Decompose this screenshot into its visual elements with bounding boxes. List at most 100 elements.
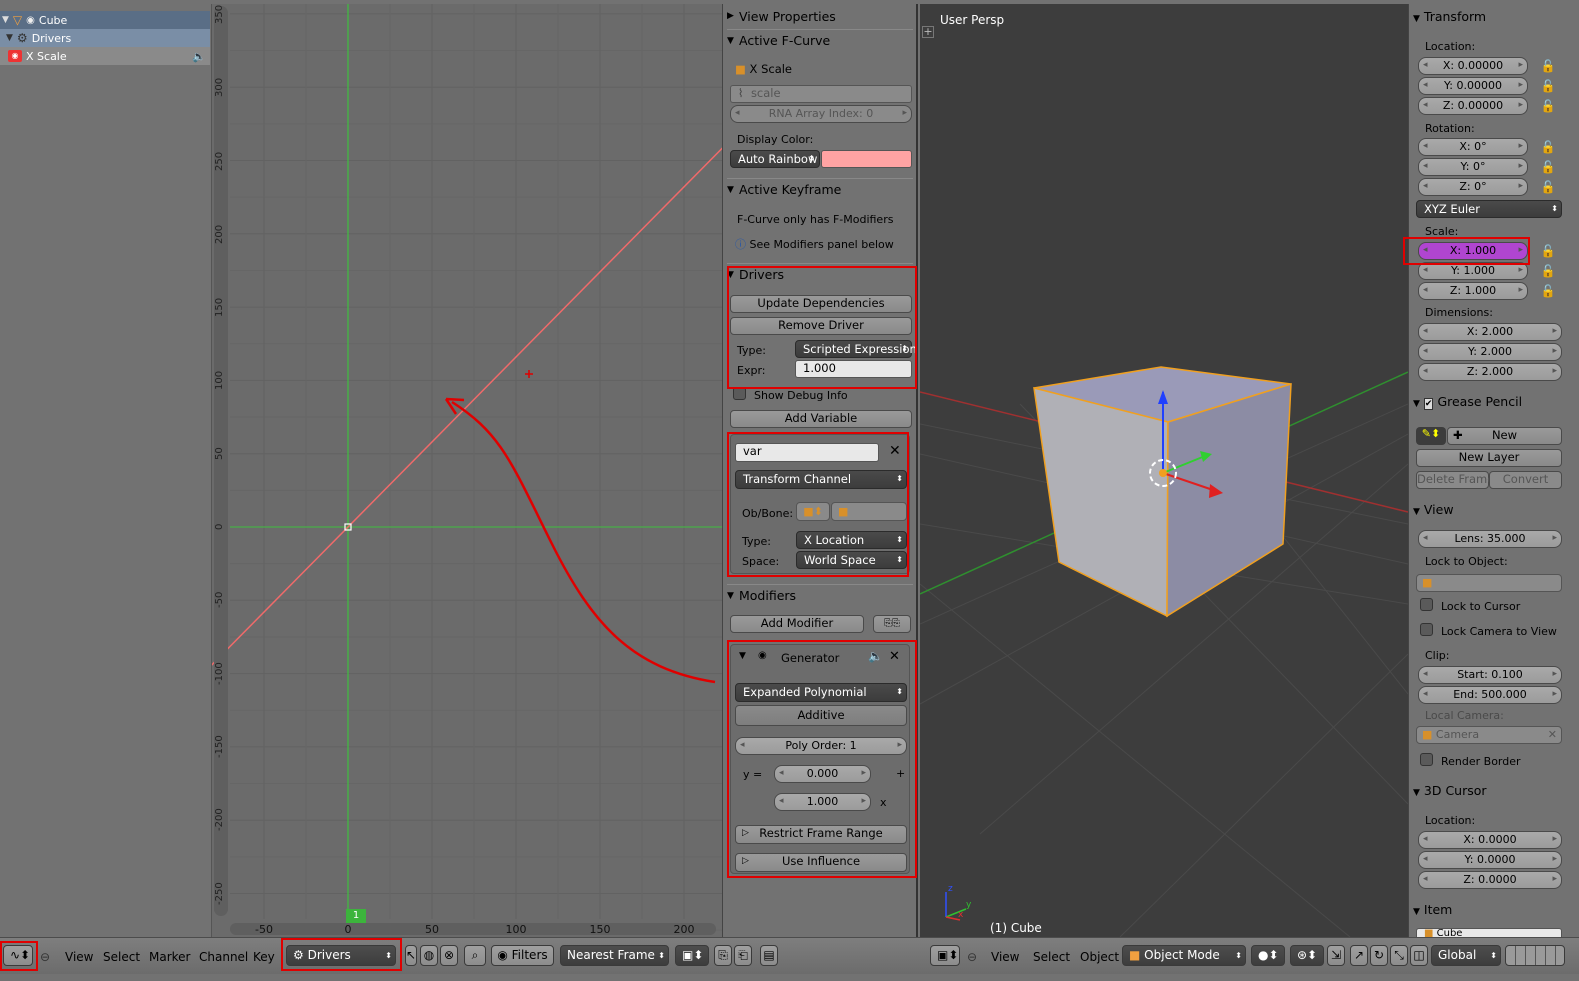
add-modifier-button[interactable]: Add Modifier [730,615,864,633]
search-icon[interactable]: ⌕ [464,945,486,966]
graph-editor[interactable]: 350 300 250 200 150 100 50 0 -50 -100 -150 -200 -250… [212,4,722,937]
channel-row-object[interactable]: ▼ ▽ ◉ Cube [0,11,210,29]
rotation-z-field[interactable]: Z: 0° [1418,178,1528,196]
pivot-dropdown[interactable]: ▣⬍ [675,945,709,966]
scale-icon[interactable]: ⤡ [1390,945,1408,966]
new-layer-button[interactable]: New Layer [1416,449,1562,467]
expanded-triangle-icon: ▼ [1413,14,1420,24]
expand-icon[interactable]: ▼ [6,33,13,43]
rna-path-field[interactable]: ⌇ scale [730,85,912,103]
visibility-icon[interactable]: ◉ [26,15,35,26]
panel-header-view[interactable]: ▼ View [1413,502,1563,517]
lock-to-cursor-checkbox[interactable] [1420,598,1433,611]
panel-header-active-fcurve[interactable]: ▼ Active F-Curve [727,29,913,51]
lock-icon[interactable]: 🔓 [1539,178,1557,196]
mute-speaker-icon[interactable]: 🔈 [192,50,206,63]
location-z-field[interactable]: Z: 0.00000 [1418,97,1528,115]
pencil-icon[interactable]: ✎⬍ [1416,427,1446,445]
snap-mode-dropdown[interactable]: Nearest Frame ⬍ [560,945,669,966]
delete-frame-button[interactable]: Delete Frame [1416,471,1494,489]
scale-z-field[interactable]: Z: 1.000 [1418,282,1528,300]
lock-icon[interactable]: 🔓 [1539,242,1557,260]
cursor-y-field[interactable]: Y: 0.0000 [1418,851,1562,869]
curve-color-swatch[interactable] [821,150,912,168]
lens-field[interactable]: Lens: 35.000 [1418,530,1562,548]
view3d-menu-select[interactable]: Select [1033,950,1070,964]
grease-pencil-checkbox[interactable]: ✔ [1423,398,1434,410]
dimension-z-field[interactable]: Z: 2.000 [1418,363,1562,381]
object-mode-dropdown[interactable]: ■ Object Mode ⬍ [1122,945,1246,966]
rotate-icon[interactable]: ↻ [1370,945,1388,966]
graph-canvas[interactable] [212,4,722,937]
cursor-x-field[interactable]: X: 0.0000 [1418,831,1562,849]
layer-icon[interactable]: ◫ [1410,945,1428,966]
color-mode-dropdown[interactable]: Auto Rainbow ⬍ [730,150,820,168]
panel-header-view-properties[interactable]: ▶ View Properties [727,5,913,27]
shading-dropdown[interactable]: ●⬍ [1251,945,1285,966]
copy-keys-icon[interactable]: ⎘ [714,945,732,966]
local-camera-field[interactable]: ■ Camera ✕ [1416,726,1562,744]
lock-icon[interactable]: 🔓 [1539,282,1557,300]
convert-button[interactable]: Convert [1489,471,1562,489]
rotation-x-field[interactable]: X: 0° [1418,138,1528,156]
panel-header-transform[interactable]: ▼ Transform [1413,9,1563,24]
manipulator-toggle-icon[interactable]: ⇲ [1327,945,1345,966]
panel-header-grease-pencil[interactable]: ▼ ✔ Grease Pencil [1413,394,1563,410]
expand-icon[interactable]: ▼ [2,15,9,25]
copy-paste-modifier-icon[interactable]: ⎘⎘ [873,615,911,633]
only-selected-icon[interactable]: ↖ [405,945,417,966]
view3d-menu-view[interactable]: View [991,950,1019,964]
lock-icon[interactable]: 🔓 [1539,57,1557,75]
ghost-icon[interactable]: ◍ [420,945,438,966]
dimension-x-field[interactable]: X: 2.000 [1418,323,1562,341]
lock-icon[interactable]: 🔓 [1539,158,1557,176]
new-grease-pencil-button[interactable]: ✚ New [1447,427,1562,445]
array-index-field[interactable]: RNA Array Index: 0 [730,105,912,123]
error-filter-icon[interactable]: ⊗ [440,945,458,966]
panel-header-item[interactable]: ▼ Item [1413,902,1563,917]
graph-menu-marker[interactable]: Marker [149,950,190,964]
lock-object-field[interactable]: ■ [1416,574,1562,592]
view3d-editor-type-selector[interactable]: ▣⬍ [930,945,960,966]
paste-keys-icon[interactable]: ⎗ [734,945,752,966]
clear-icon[interactable]: ✕ [1548,727,1557,743]
layer-grid[interactable] [1505,945,1565,966]
graph-menu-key[interactable]: Key [253,950,275,964]
rotation-mode-dropdown[interactable]: XYZ Euler ⬍ [1416,200,1562,218]
header-collapse-icon[interactable]: ⊖ [40,950,50,964]
header-collapse-icon[interactable]: ⊖ [967,950,977,964]
current-frame-marker[interactable]: 1 [346,909,366,923]
add-variable-button[interactable]: Add Variable [730,410,912,428]
lock-icon[interactable]: 🔓 [1539,138,1557,156]
graph-menu-select[interactable]: Select [103,950,140,964]
clip-end-field[interactable]: End: 500.000 [1418,686,1562,704]
channel-row-drivers[interactable]: ▼ ⚙ Drivers [0,29,210,47]
translate-icon[interactable]: ↗ [1350,945,1368,966]
orientation-dropdown[interactable]: Global ⬍ [1431,945,1501,966]
3d-scene[interactable]: z y x [920,4,1408,937]
graph-menu-view[interactable]: View [65,950,93,964]
eye-icon[interactable]: ◉ [8,50,22,62]
lock-icon[interactable]: 🔓 [1539,97,1557,115]
filters-button[interactable]: ◉ Filters [491,945,554,966]
channel-row-fcurve[interactable]: ◉ X Scale 🔈 [0,47,210,65]
view3d-menu-object[interactable]: Object [1080,950,1119,964]
location-x-field[interactable]: X: 0.00000 [1418,57,1528,75]
object-mode-text: Object Mode [1144,948,1220,962]
cursor-z-field[interactable]: Z: 0.0000 [1418,871,1562,889]
location-y-field[interactable]: Y: 0.00000 [1418,77,1528,95]
lock-icon[interactable]: 🔓 [1539,77,1557,95]
3d-viewport[interactable]: User Persp + z y x (1) Cube [920,4,1408,937]
panel-header-active-keyframe[interactable]: ▼ Active Keyframe [727,178,913,200]
ghost-curves-icon[interactable]: ▤ [760,945,778,966]
panel-header-modifiers[interactable]: ▼ Modifiers [727,584,913,606]
lock-icon[interactable]: 🔓 [1539,262,1557,280]
rotation-y-field[interactable]: Y: 0° [1418,158,1528,176]
dimension-y-field[interactable]: Y: 2.000 [1418,343,1562,361]
panel-header-3d-cursor[interactable]: ▼ 3D Cursor [1413,783,1563,798]
pivot-point-dropdown[interactable]: ⊛⬍ [1290,945,1324,966]
clip-start-field[interactable]: Start: 0.100 [1418,666,1562,684]
graph-menu-channel[interactable]: Channel [199,950,248,964]
lock-camera-checkbox[interactable] [1420,623,1433,636]
render-border-checkbox[interactable] [1420,753,1433,766]
